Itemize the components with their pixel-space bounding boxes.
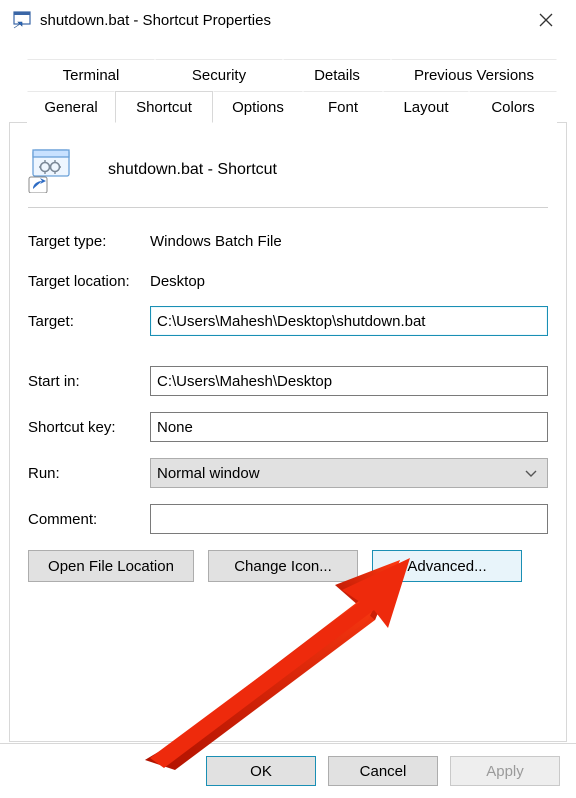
tab-security[interactable]: Security [155, 59, 283, 91]
ok-button[interactable]: OK [206, 756, 316, 786]
tab-options[interactable]: Options [213, 91, 303, 123]
tab-shortcut[interactable]: Shortcut [115, 91, 213, 123]
row-target-location: Target location: Desktop [28, 266, 548, 296]
tab-layout[interactable]: Layout [383, 91, 469, 123]
tab-general[interactable]: General [27, 91, 115, 123]
row-run: Run: Normal window [28, 458, 548, 488]
label-run: Run: [28, 465, 150, 482]
close-button[interactable] [528, 6, 564, 34]
run-dropdown-value: Normal window [157, 465, 260, 482]
target-input[interactable] [150, 306, 548, 336]
advanced-button[interactable]: Advanced... [372, 550, 522, 582]
tab-previous-versions[interactable]: Previous Versions [391, 59, 557, 91]
tab-details[interactable]: Details [283, 59, 391, 91]
panel-header: shutdown.bat - Shortcut [28, 147, 548, 208]
chevron-down-icon [525, 466, 537, 481]
shortcut-file-icon [28, 147, 74, 193]
label-shortcut-key: Shortcut key: [28, 419, 150, 436]
tab-colors[interactable]: Colors [469, 91, 557, 123]
open-file-location-button[interactable]: Open File Location [28, 550, 194, 582]
dialog-footer: OK Cancel Apply [0, 743, 576, 798]
tab-font[interactable]: Font [303, 91, 383, 123]
tab-row-back: Terminal Security Details Previous Versi… [9, 59, 567, 91]
row-start-in: Start in: [28, 366, 548, 396]
tab-terminal[interactable]: Terminal [27, 59, 155, 91]
window-title: shutdown.bat - Shortcut Properties [40, 12, 528, 29]
start-in-input[interactable] [150, 366, 548, 396]
dialog-body: Terminal Security Details Previous Versi… [8, 40, 568, 743]
row-comment: Comment: [28, 504, 548, 534]
window-icon [12, 10, 32, 30]
row-target-type: Target type: Windows Batch File [28, 226, 548, 256]
cancel-button[interactable]: Cancel [328, 756, 438, 786]
shortcut-name: shutdown.bat - Shortcut [108, 161, 277, 179]
value-target-type: Windows Batch File [150, 233, 282, 250]
change-icon-button[interactable]: Change Icon... [208, 550, 358, 582]
shortcut-panel: shutdown.bat - Shortcut Target type: Win… [9, 123, 567, 742]
label-target-type: Target type: [28, 233, 150, 250]
row-shortcut-key: Shortcut key: [28, 412, 548, 442]
comment-input[interactable] [150, 504, 548, 534]
panel-button-row: Open File Location Change Icon... Advanc… [28, 550, 548, 582]
value-target-location: Desktop [150, 273, 205, 290]
title-bar: shutdown.bat - Shortcut Properties [0, 0, 576, 40]
label-comment: Comment: [28, 511, 150, 528]
label-start-in: Start in: [28, 373, 150, 390]
label-target-location: Target location: [28, 273, 150, 290]
tab-row-front: General Shortcut Options Font Layout Col… [9, 91, 567, 123]
shortcut-key-input[interactable] [150, 412, 548, 442]
run-dropdown[interactable]: Normal window [150, 458, 548, 488]
apply-button[interactable]: Apply [450, 756, 560, 786]
label-target: Target: [28, 313, 150, 330]
row-target: Target: [28, 306, 548, 336]
